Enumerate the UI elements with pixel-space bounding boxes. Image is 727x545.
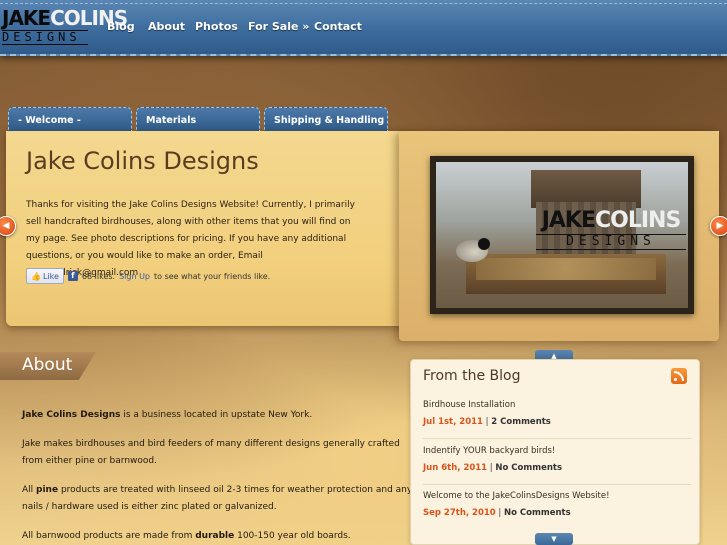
watermark-wordmark: JAKECOLINS — [536, 210, 686, 232]
slide-photo[interactable]: JAKECOLINS DESIGNS — [430, 156, 694, 314]
blog-post-title[interactable]: Birdhouse Installation — [423, 400, 691, 410]
nav-photos[interactable]: Photos — [195, 20, 238, 33]
blog-post-date: Jun 6th, 2011 — [423, 463, 488, 473]
watermark-designs: DESIGNS — [536, 234, 686, 250]
tab-welcome[interactable]: - Welcome - — [8, 107, 132, 131]
blog-post-meta: Jul 1st, 2011 | 2 Comments — [423, 417, 691, 427]
about-paragraph-4: All barnwood products are made from dura… — [22, 528, 414, 545]
thumbs-up-icon: 👍 — [31, 271, 41, 281]
top-navigation-bar: JAKECOLINS DESIGNS Blog About Photos For… — [0, 0, 727, 56]
facebook-suffix-text: to see what your friends like. — [154, 271, 271, 281]
like-label: Like — [42, 271, 59, 281]
tab-materials[interactable]: Materials — [136, 107, 260, 131]
about-company-name: Jake Colins Designs — [22, 410, 121, 420]
site-logo[interactable]: JAKECOLINS DESIGNS — [2, 6, 128, 46]
logo-subtitle: DESIGNS — [2, 30, 88, 45]
blog-post-title[interactable]: Indentify YOUR backyard birds! — [423, 446, 691, 456]
blog-post: Welcome to the JakeColinsDesigns Website… — [423, 491, 691, 518]
bird-feeder-photo: JAKECOLINS DESIGNS — [436, 162, 688, 308]
nav-for-sale[interactable]: For Sale » — [248, 20, 309, 33]
logo-wordmark: JAKECOLINS — [2, 6, 128, 30]
about-p4-text-a: All barnwood products are made from — [22, 531, 196, 541]
facebook-like-count: 68 likes. — [81, 271, 116, 281]
post-divider — [423, 438, 691, 439]
facebook-signup-link[interactable]: Sign Up — [119, 272, 150, 281]
about-p4-text-b: 100-150 year old boards. — [234, 531, 351, 541]
about-content: Jake Colins Designs is a business locate… — [22, 407, 414, 545]
blog-post-meta: Sep 27th, 2010 | No Comments — [423, 508, 691, 518]
blog-post-date: Sep 27th, 2010 — [423, 508, 496, 518]
blog-post-meta: Jun 6th, 2011 | No Comments — [423, 463, 691, 473]
blog-post-comments[interactable]: 2 Comments — [491, 417, 551, 427]
nav-blog[interactable]: Blog — [107, 20, 135, 33]
blog-post: Birdhouse Installation Jul 1st, 2011 | 2… — [423, 400, 691, 427]
meta-separator: | — [495, 508, 505, 518]
bird-head — [478, 238, 490, 250]
facebook-like-widget: 👍 Like f 68 likes. Sign Up to see what y… — [26, 268, 270, 284]
slide-title: Jake Colins Designs — [26, 147, 259, 175]
about-heading: About — [22, 355, 73, 375]
logo-word-jake: JAKE — [2, 6, 51, 30]
about-p1-text: is a business located in upstate New Yor… — [120, 410, 313, 420]
photo-watermark-logo: JAKECOLINS DESIGNS — [536, 210, 686, 250]
blog-widget-title: From the Blog — [423, 368, 521, 384]
about-p4-bold: durable — [195, 531, 235, 541]
facebook-like-button[interactable]: 👍 Like — [26, 268, 64, 284]
about-paragraph-3: All pine products are treated with linse… — [22, 482, 414, 516]
watermark-colins: COLINS — [594, 208, 681, 233]
nav-about[interactable]: About — [148, 20, 185, 33]
blog-post-comments[interactable]: No Comments — [504, 508, 571, 518]
blog-post-title[interactable]: Welcome to the JakeColinsDesigns Website… — [423, 491, 691, 501]
about-p3-text-b: products are treated with linseed oil 2-… — [22, 485, 413, 512]
chevron-down-icon[interactable]: ▼ — [535, 533, 573, 545]
nav-stitching — [0, 3, 727, 4]
facebook-icon: f — [67, 271, 78, 281]
about-paragraph-1: Jake Colins Designs is a business locate… — [22, 407, 414, 424]
rss-icon[interactable] — [671, 368, 687, 384]
about-paragraph-2: Jake makes birdhouses and bird feeders o… — [22, 439, 400, 466]
arrow-right-icon[interactable]: ▶ — [710, 216, 727, 236]
blog-post-comments[interactable]: No Comments — [495, 463, 562, 473]
about-p3-bold: pine — [36, 485, 59, 495]
nav-contact[interactable]: Contact — [314, 20, 362, 33]
tab-shipping-handling[interactable]: Shipping & Handling — [264, 107, 388, 131]
blog-post: Indentify YOUR backyard birds! Jun 6th, … — [423, 446, 691, 473]
blog-post-date: Jul 1st, 2011 — [423, 417, 483, 427]
chickadee-bird — [456, 238, 490, 262]
blog-widget: From the Blog Birdhouse Installation Jul… — [410, 359, 700, 545]
about-p3-text-a: All — [22, 485, 37, 495]
feeder-seeds — [476, 258, 656, 280]
watermark-jake: JAKE — [541, 208, 596, 233]
post-divider — [423, 484, 691, 485]
